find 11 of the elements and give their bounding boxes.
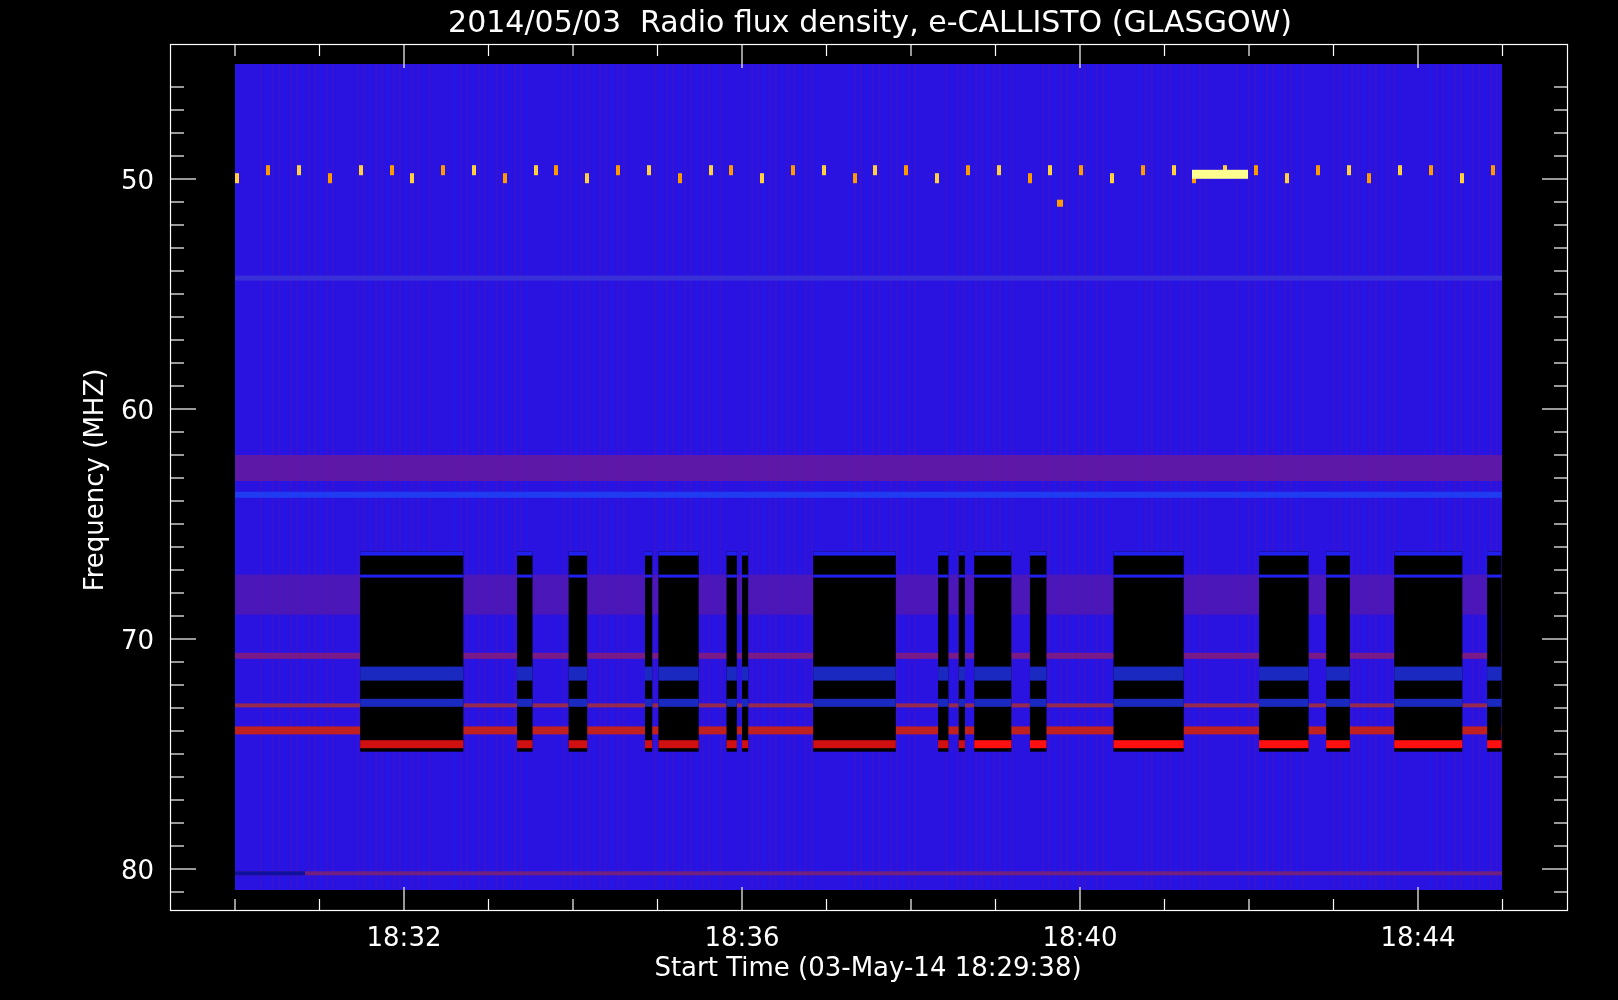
chart-title: 2014/05/03 Radio flux density, e-CALLISTO (GLASGOW) [448, 4, 1292, 39]
y-tick-label: 70 [120, 625, 154, 655]
y-tick-label: 50 [120, 165, 154, 195]
x-tick-label: 18:40 [1042, 922, 1118, 952]
x-tick-label: 18:44 [1380, 922, 1456, 952]
x-axis-label: Start Time (03-May-14 18:29:38) [654, 952, 1082, 982]
x-tick-label: 18:36 [704, 922, 780, 952]
x-tick-label: 18:32 [366, 922, 442, 952]
y-tick-label: 80 [120, 855, 154, 885]
y-axis-label: Frequency (MHZ) [79, 368, 109, 592]
y-tick-label: 60 [120, 395, 154, 425]
